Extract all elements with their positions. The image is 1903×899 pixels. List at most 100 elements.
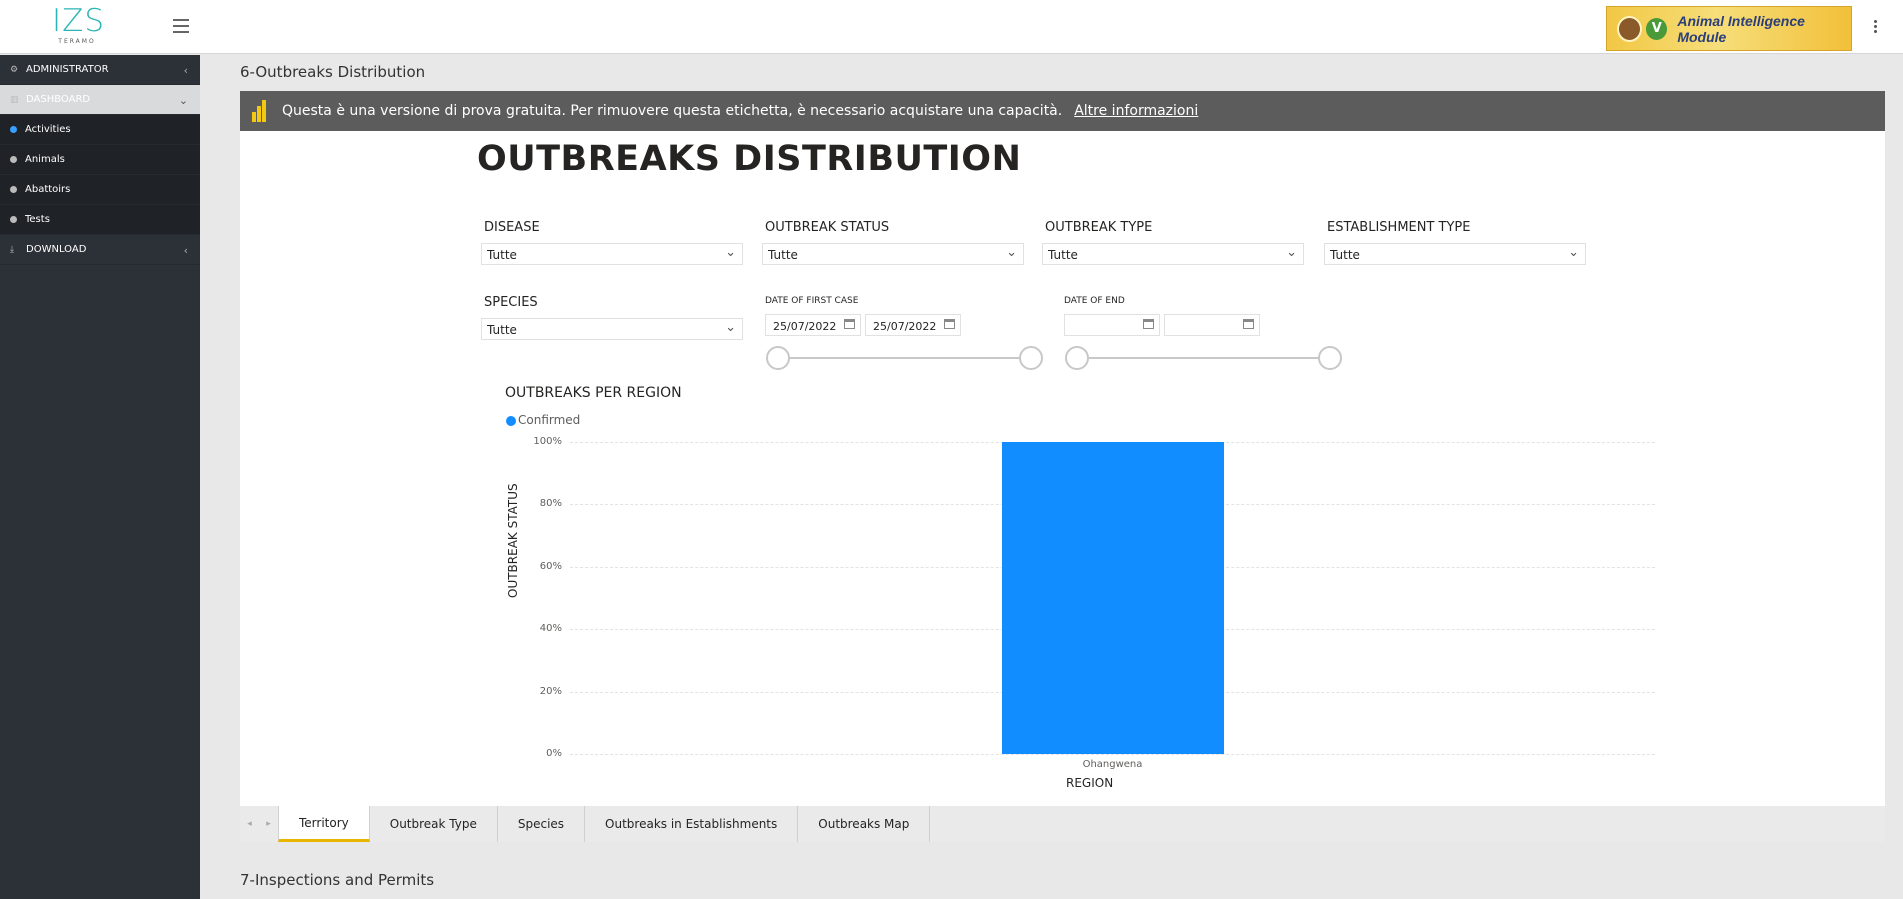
legend-marker-confirmed (506, 416, 516, 426)
outbreak-status-dropdown[interactable]: Tutte ⌄ (762, 243, 1024, 265)
y-axis-label: OUTBREAK STATUS (506, 483, 520, 598)
disease-label: DISEASE (484, 220, 540, 235)
date-end-slider-track[interactable] (1077, 357, 1329, 359)
vet-services-logo-icon: V (1646, 17, 1668, 40)
date-end-from[interactable] (1064, 314, 1160, 336)
users-cog-icon: ⚙ (10, 64, 19, 75)
tab-nav-arrows: ◂ ▸ (240, 806, 278, 842)
sidebar-subitem-activities[interactable]: Activities (0, 115, 200, 145)
outbreak-status-value: Tutte (768, 248, 798, 262)
y-tick-label: 60% (539, 560, 562, 572)
outbreak-type-dropdown[interactable]: Tutte ⌄ (1042, 243, 1304, 265)
date-first-case-from-value: 25/07/2022 (773, 320, 837, 333)
sidebar-subitem-label: Animals (25, 154, 65, 165)
date-first-case-slider-track[interactable] (778, 357, 1030, 359)
calendar-icon[interactable] (844, 319, 855, 329)
date-first-case-to[interactable]: 25/07/2022 (865, 314, 961, 336)
sidebar-subitem-animals[interactable]: Animals (0, 145, 200, 175)
download-icon: ⤓ (10, 244, 14, 255)
sidebar-subitem-label: Tests (25, 214, 50, 225)
date-end-to[interactable] (1164, 314, 1260, 336)
sidebar-item-label: ADMINISTRATOR (26, 64, 109, 75)
animal-intelligence-banner: V Animal Intelligence Module (1606, 6, 1852, 51)
sidebar-item-dashboard[interactable]: ▥ DASHBOARD ⌄ (0, 85, 200, 115)
y-tick-label: 20% (539, 685, 562, 697)
sidebar-subitem-label: Activities (25, 124, 71, 135)
calendar-icon[interactable] (1143, 319, 1154, 329)
tab-outbreaks-in-establishments[interactable]: Outbreaks in Establishments (585, 806, 799, 842)
y-tick-label: 80% (539, 498, 562, 510)
more-info-link[interactable]: Altre informazioni (1074, 103, 1198, 119)
y-tick-label: 100% (533, 436, 562, 447)
chevron-down-icon: ⌄ (1568, 245, 1579, 260)
sidebar: ⚙ ADMINISTRATOR ‹ ▥ DASHBOARD ⌄ Activiti… (0, 55, 200, 899)
circle-icon (10, 156, 17, 163)
report-tabs: ◂ ▸ Territory Outbreak Type Species Outb… (240, 806, 1885, 842)
establishment-type-dropdown[interactable]: Tutte ⌄ (1324, 243, 1586, 265)
sidebar-item-label: DASHBOARD (26, 94, 91, 105)
outbreak-status-label: OUTBREAK STATUS (765, 220, 890, 235)
chevron-left-icon: ‹ (183, 244, 188, 257)
tab-outbreaks-map[interactable]: Outbreaks Map (798, 806, 931, 842)
date-end-label: DATE OF END (1064, 296, 1125, 306)
bar-ohangwena[interactable] (1001, 442, 1224, 754)
top-bar: IZS TERAMO V Animal Intelligence Module (0, 0, 1903, 54)
sidebar-subitem-label: Abattoirs (25, 184, 71, 195)
calendar-icon[interactable] (944, 319, 955, 329)
x-axis-label: REGION (1066, 776, 1114, 790)
date-first-case-to-value: 25/07/2022 (873, 320, 937, 333)
species-label: SPECIES (484, 295, 538, 310)
circle-icon (10, 186, 17, 193)
outbreak-type-value: Tutte (1048, 248, 1078, 262)
species-value: Tutte (487, 323, 517, 337)
power-bi-icon (252, 100, 266, 122)
menu-toggle-icon[interactable] (173, 19, 189, 33)
tab-species[interactable]: Species (498, 806, 586, 842)
date-end-slider-end[interactable] (1318, 346, 1342, 370)
tab-outbreak-type[interactable]: Outbreak Type (370, 806, 498, 842)
chevron-down-icon: ⌄ (725, 245, 736, 260)
banner-title: Animal Intelligence Module (1677, 12, 1805, 45)
prev-page-icon[interactable]: ◂ (247, 819, 252, 829)
izs-logo[interactable]: IZS TERAMO (52, 3, 106, 50)
date-first-case-slider-end[interactable] (1019, 346, 1043, 370)
trial-notice: Questa è una versione di prova gratuita.… (240, 91, 1885, 131)
more-options-icon[interactable] (1874, 20, 1880, 36)
logo-text: IZS (52, 3, 106, 39)
establishment-type-value: Tutte (1330, 248, 1360, 262)
date-first-case-slider-start[interactable] (766, 346, 790, 370)
trial-text: Questa è una versione di prova gratuita.… (282, 103, 1063, 119)
next-page-icon[interactable]: ▸ (266, 819, 271, 829)
establishment-type-label: ESTABLISHMENT TYPE (1327, 220, 1471, 235)
coat-of-arms-icon (1617, 15, 1643, 42)
circle-icon (10, 216, 17, 223)
disease-dropdown[interactable]: Tutte ⌄ (481, 243, 743, 265)
section-title-inspections: 7-Inspections and Permits (240, 871, 435, 889)
bar-chart-icon: ▥ (10, 94, 19, 105)
sidebar-subitem-tests[interactable]: Tests (0, 205, 200, 235)
outbreak-type-label: OUTBREAK TYPE (1045, 220, 1153, 235)
chevron-down-icon: ⌄ (1286, 245, 1297, 260)
chart-title: OUTBREAKS PER REGION (505, 385, 682, 401)
report-title: OUTBREAKS DISTRIBUTION (477, 139, 1022, 179)
sidebar-subitem-abattoirs[interactable]: Abattoirs (0, 175, 200, 205)
date-end-slider-start[interactable] (1065, 346, 1089, 370)
y-tick-label: 0% (546, 748, 562, 759)
legend-label-confirmed: Confirmed (518, 413, 581, 427)
chevron-down-icon: ⌄ (178, 94, 188, 107)
date-first-case-from[interactable]: 25/07/2022 (765, 314, 861, 336)
species-dropdown[interactable]: Tutte ⌄ (481, 318, 743, 340)
sidebar-item-administrator[interactable]: ⚙ ADMINISTRATOR ‹ (0, 55, 200, 85)
chevron-left-icon: ‹ (183, 64, 188, 77)
chevron-down-icon: ⌄ (1006, 245, 1017, 260)
tab-territory[interactable]: Territory (278, 806, 370, 842)
dashboard-submenu: Activities Animals Abattoirs Tests (0, 115, 200, 235)
powerbi-report: OUTBREAKS DISTRIBUTION DISEASE Tutte ⌄ O… (240, 131, 1885, 806)
section-title-outbreaks: 6-Outbreaks Distribution (240, 63, 426, 81)
circle-icon (10, 126, 17, 133)
calendar-icon[interactable] (1243, 319, 1254, 329)
chevron-down-icon: ⌄ (725, 320, 736, 335)
gridline (570, 754, 1655, 755)
sidebar-item-download[interactable]: ⤓ DOWNLOAD ‹ (0, 235, 200, 265)
y-tick-label: 40% (539, 623, 562, 635)
